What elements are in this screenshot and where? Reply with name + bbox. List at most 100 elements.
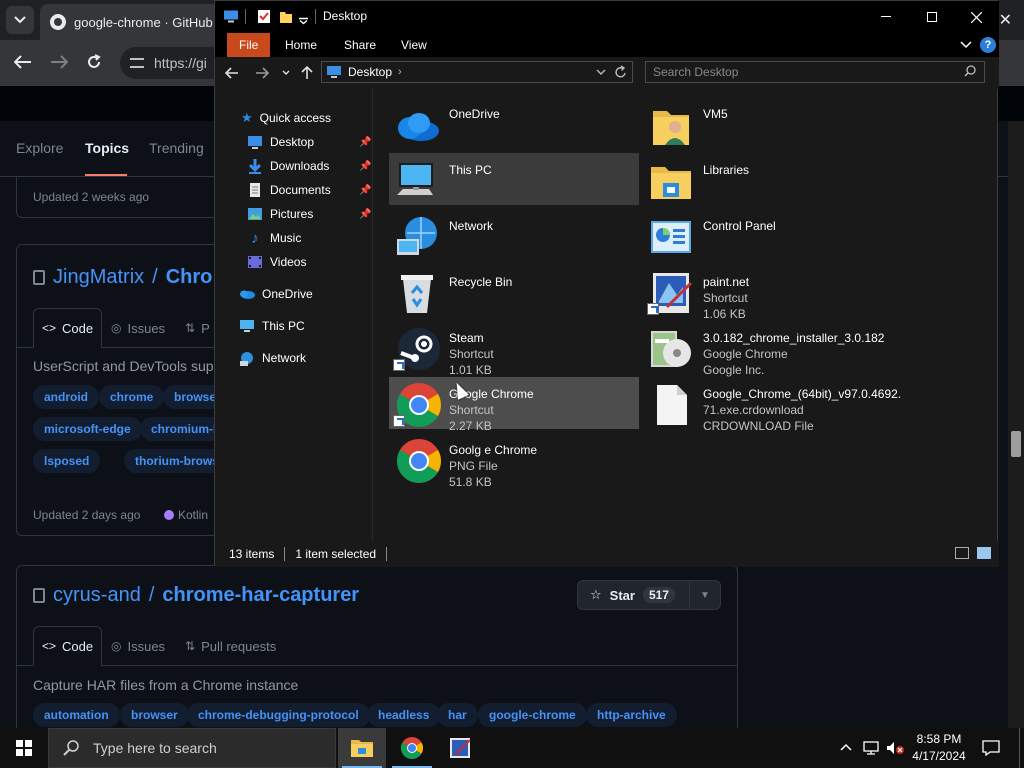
topic-tag[interactable]: google-chrome [478, 703, 587, 727]
item-control-panel[interactable]: Control Panel [643, 209, 893, 261]
topic-tag[interactable]: chrome [99, 385, 165, 409]
tab-code[interactable]: <> Code [33, 308, 103, 348]
start-button[interactable] [0, 728, 48, 768]
recent-locations-icon[interactable] [282, 70, 290, 76]
chevron-right-icon[interactable]: › [398, 66, 402, 78]
refresh-icon[interactable] [614, 65, 627, 79]
item-chrome-installer[interactable]: 3.0.182_chrome_installer_3.0.182 Google … [643, 321, 893, 377]
back-arrow-icon[interactable] [14, 55, 32, 69]
nav-onedrive[interactable]: OneDrive [239, 283, 313, 305]
large-icons-view-icon[interactable] [977, 547, 991, 559]
tab-code[interactable]: <> Code [33, 626, 103, 666]
properties-icon[interactable] [257, 9, 271, 24]
subnav-topics[interactable]: Topics [85, 140, 129, 156]
forward-arrow-icon[interactable] [255, 67, 269, 79]
item-libraries[interactable]: Libraries [643, 153, 893, 205]
address-path[interactable]: Desktop [348, 65, 392, 79]
taskbar-file-explorer[interactable] [338, 728, 386, 768]
topic-tag[interactable]: lsposed [33, 449, 101, 473]
close-icon[interactable]: ✕ [999, 10, 1012, 30]
item-google-chrome-shortcut[interactable]: Google Chrome Shortcut 2.27 KB [389, 377, 639, 433]
item-chrome-png[interactable]: Goolg e Chrome PNG File 51.8 KB [389, 433, 639, 489]
tab-pull-requests[interactable]: ⇅ Pull requests [177, 626, 284, 666]
taskbar-search-box[interactable]: Type here to search [48, 728, 336, 768]
nav-quick-access[interactable]: ★ Quick access [241, 107, 331, 129]
repo-name-link[interactable]: Chro [166, 266, 213, 289]
code-icon: <> [42, 321, 57, 335]
ribbon-tab-share[interactable]: Share [332, 33, 388, 57]
minimize-button[interactable] [863, 1, 909, 33]
volume-muted-icon[interactable] [886, 741, 904, 755]
repo-owner-link[interactable]: cyrus-and [53, 584, 141, 607]
star-count: 517 [642, 587, 675, 603]
ribbon-tab-file[interactable]: File [227, 33, 271, 57]
back-arrow-icon[interactable] [225, 67, 239, 79]
ribbon-tab-home[interactable]: Home [273, 33, 329, 57]
chrome-tab-github[interactable]: google-chrome · GitHub T [40, 4, 230, 40]
chevron-up-icon[interactable] [840, 743, 852, 751]
topic-tag[interactable]: browser [120, 703, 189, 727]
address-box[interactable]: Desktop › [321, 61, 633, 83]
nav-downloads[interactable]: Downloads [247, 155, 329, 177]
reload-icon[interactable] [86, 54, 102, 70]
expand-ribbon-icon[interactable] [960, 41, 972, 49]
triangle-down-icon[interactable]: ▼ [690, 590, 720, 601]
new-folder-icon[interactable] [279, 9, 293, 24]
nav-network[interactable]: Network [239, 347, 306, 369]
show-desktop-button[interactable] [1019, 728, 1020, 768]
topic-tag[interactable]: android [33, 385, 99, 409]
up-arrow-icon[interactable] [301, 66, 313, 80]
chevron-down-icon[interactable] [596, 69, 606, 76]
system-clock[interactable]: 8:58 PM 4/17/2024 [908, 731, 970, 765]
item-network[interactable]: Network [389, 209, 639, 261]
topic-tag[interactable]: http-archive [586, 703, 677, 727]
star-button[interactable]: ☆ Star 517 ▼ [577, 580, 721, 610]
help-icon[interactable]: ? [980, 37, 996, 53]
item-paint-net[interactable]: paint.net Shortcut 1.06 KB [643, 265, 893, 321]
repo-owner-link[interactable]: JingMatrix [53, 266, 144, 289]
network-status-icon[interactable] [863, 741, 879, 755]
taskbar-paint-net[interactable] [436, 728, 484, 768]
subnav-explore[interactable]: Explore [16, 140, 63, 156]
tab-issues[interactable]: ◎ Issues [103, 308, 173, 348]
tab-search-button[interactable] [6, 6, 34, 34]
site-info-icon[interactable] [130, 58, 144, 68]
ribbon-tab-view[interactable]: View [389, 33, 439, 57]
topic-tag[interactable]: automation [33, 703, 120, 727]
topic-tag[interactable]: har [437, 703, 478, 727]
close-button[interactable] [953, 1, 999, 33]
maximize-button[interactable] [909, 1, 955, 33]
taskbar-chrome[interactable] [388, 728, 436, 768]
item-onedrive[interactable]: OneDrive [389, 97, 639, 149]
search-input[interactable]: Search Desktop [645, 61, 985, 83]
repo-name-link[interactable]: chrome-har-capturer [162, 584, 359, 607]
forward-arrow-icon[interactable] [50, 55, 68, 69]
onedrive-icon [393, 101, 441, 149]
nav-documents[interactable]: Documents [247, 179, 331, 201]
item-steam[interactable]: Steam Shortcut 1.01 KB [389, 321, 639, 377]
item-chrome-crdownload[interactable]: Google_Chrome_(64bit)_v97.0.4692. 71.exe… [643, 377, 901, 433]
nav-this-pc[interactable]: This PC [239, 315, 305, 337]
item-this-pc[interactable]: This PC [389, 153, 639, 205]
nav-desktop[interactable]: Desktop [247, 131, 314, 153]
tab-issues[interactable]: ◎ Issues [103, 626, 173, 666]
topic-tag[interactable]: chrome-debugging-protocol [187, 703, 370, 727]
video-icon [248, 256, 262, 268]
page-scrollbar-thumb[interactable] [1011, 431, 1021, 457]
quick-access-dropdown-icon[interactable] [299, 13, 308, 28]
page-scrollbar[interactable] [1008, 121, 1024, 728]
topic-tag[interactable]: headless [367, 703, 441, 727]
item-vm5[interactable]: VM5 [643, 97, 893, 149]
explorer-titlebar[interactable]: Desktop [215, 1, 999, 33]
nav-pictures[interactable]: Pictures [247, 203, 313, 225]
window-title: Desktop [323, 9, 368, 23]
item-recycle-bin[interactable]: Recycle Bin [389, 265, 639, 317]
tab-pull-requests[interactable]: ⇅ P [177, 308, 218, 348]
navigation-pane: ★ Quick access Desktop 📌 Downloads 📌 Doc… [215, 89, 373, 541]
subnav-trending[interactable]: Trending [149, 140, 204, 156]
notification-icon[interactable] [982, 740, 1000, 756]
topic-tag[interactable]: microsoft-edge [33, 417, 142, 441]
nav-music[interactable]: ♪ Music [247, 227, 301, 249]
details-view-icon[interactable] [955, 547, 969, 559]
nav-videos[interactable]: Videos [247, 251, 306, 273]
